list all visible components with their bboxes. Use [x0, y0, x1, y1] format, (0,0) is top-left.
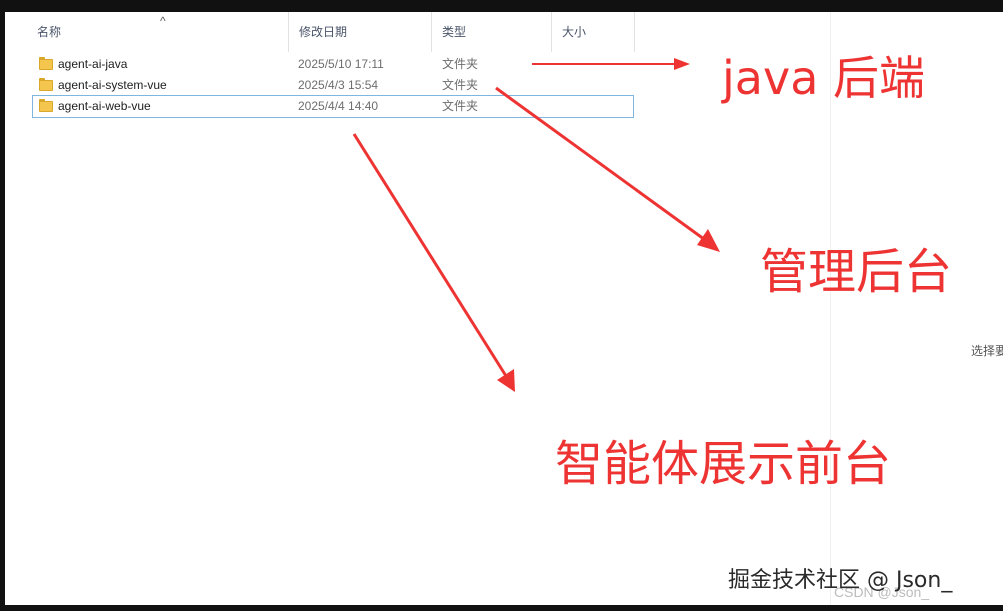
- column-header-size[interactable]: 大小: [551, 12, 635, 52]
- column-header-name[interactable]: 名称: [27, 12, 282, 52]
- column-header-size-label: 大小: [562, 25, 587, 39]
- window-left-edge: [0, 0, 5, 611]
- file-name: agent-ai-java: [58, 57, 128, 71]
- folder-icon: [39, 99, 53, 112]
- folder-icon: [39, 57, 53, 70]
- column-header-type[interactable]: 类型: [431, 12, 551, 52]
- column-header-date[interactable]: 修改日期: [288, 12, 431, 52]
- file-type: 文件夹: [442, 78, 479, 92]
- file-row-agent-ai-java[interactable]: agent-ai-java 2025/5/10 17:11 文件夹: [33, 54, 633, 75]
- arrow-to-front: [352, 133, 515, 392]
- file-date: 2025/4/4 14:40: [298, 99, 379, 113]
- column-header-name-label: 名称: [37, 25, 62, 39]
- file-date: 2025/4/3 15:54: [298, 78, 379, 92]
- file-type: 文件夹: [442, 99, 479, 113]
- column-header-date-label: 修改日期: [299, 25, 348, 39]
- preview-pane-hint: 选择要: [971, 344, 1003, 358]
- window-top-frame: [0, 0, 1003, 12]
- sort-ascending-icon: ^: [160, 14, 166, 28]
- file-row-agent-ai-web-vue[interactable]: agent-ai-web-vue 2025/4/4 14:40 文件夹: [32, 95, 634, 118]
- annotation-agent-frontend: 智能体展示前台: [555, 436, 892, 492]
- file-name: agent-ai-system-vue: [58, 78, 167, 92]
- file-list: agent-ai-java 2025/5/10 17:11 文件夹 agent-…: [32, 54, 634, 118]
- watermark-juejin: 掘金技术社区 @ Json_: [728, 568, 953, 593]
- column-header-row: 名称 ^ 修改日期 类型 大小: [5, 12, 1003, 52]
- window-bottom-frame: [0, 605, 1003, 611]
- file-date: 2025/5/10 17:11: [298, 57, 384, 71]
- file-type: 文件夹: [442, 57, 479, 71]
- column-header-type-label: 类型: [442, 25, 467, 39]
- annotation-java-backend: java 后端: [722, 51, 926, 105]
- file-name: agent-ai-web-vue: [58, 99, 151, 113]
- folder-icon: [39, 78, 53, 91]
- annotation-admin-backend: 管理后台: [760, 244, 953, 300]
- file-row-agent-ai-system-vue[interactable]: agent-ai-system-vue 2025/4/3 15:54 文件夹: [33, 75, 633, 96]
